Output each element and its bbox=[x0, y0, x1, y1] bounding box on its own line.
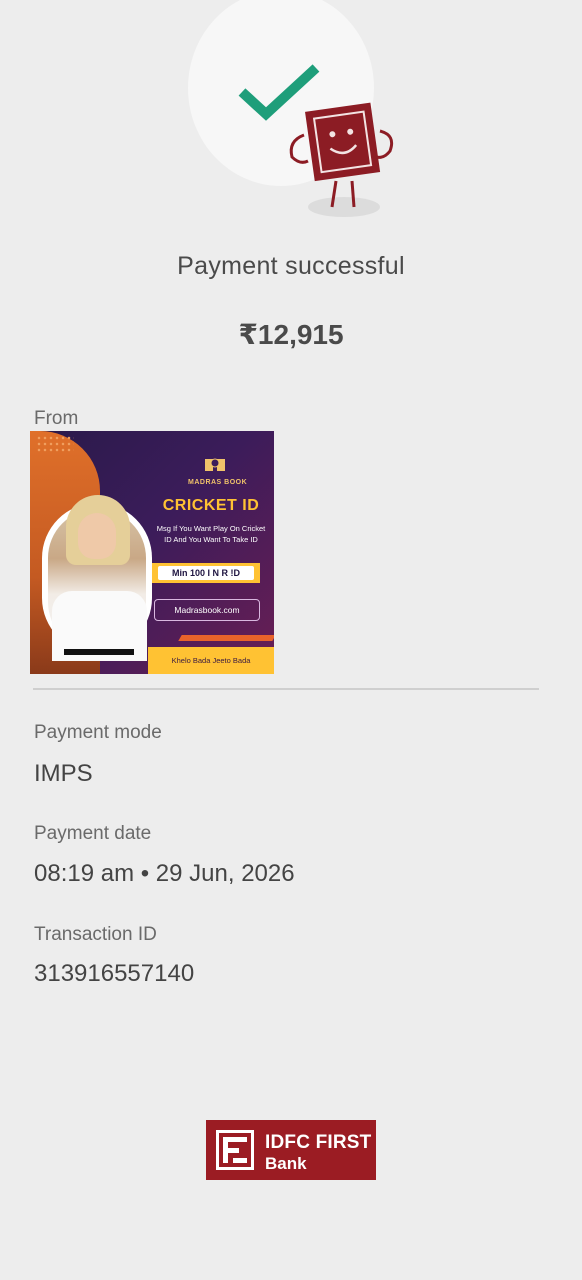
ad-decor-stripe bbox=[178, 635, 274, 641]
bank-logo: IDFC FIRST Bank bbox=[206, 1120, 376, 1180]
mascot-illustration bbox=[289, 102, 394, 217]
ad-website: Madrasbook.com bbox=[154, 599, 260, 621]
payment-amount: ₹12,915 bbox=[238, 319, 344, 350]
payment-mode-label: Payment mode bbox=[34, 722, 162, 743]
ad-headline: CRICKET ID bbox=[162, 497, 260, 514]
idfc-logo-icon bbox=[216, 1130, 254, 1170]
transaction-id-label: Transaction ID bbox=[34, 924, 157, 945]
transaction-id-value[interactable]: 313916557140 bbox=[34, 960, 194, 988]
ad-min-amount: Min 100 I N R !D bbox=[158, 566, 254, 580]
sender-avatar-image[interactable]: MADRAS BOOK CRICKET ID Msg If You Want P… bbox=[30, 431, 274, 674]
payment-date-label: Payment date bbox=[34, 823, 152, 844]
ad-min-amount-badge: Min 100 I N R !D bbox=[152, 563, 260, 583]
ad-brand: MADRAS BOOK bbox=[188, 479, 248, 486]
ad-portrait-face bbox=[78, 513, 116, 559]
ad-logo-icon bbox=[205, 458, 225, 471]
section-divider bbox=[33, 688, 539, 690]
ad-message: Msg If You Want Play On Cricket ID And Y… bbox=[156, 524, 266, 544]
from-label: From bbox=[34, 408, 79, 429]
ad-tagline: Khelo Bada Jeeto Bada bbox=[148, 647, 274, 674]
payment-mode-value: IMPS bbox=[34, 760, 93, 787]
bank-name-line2: Bank bbox=[265, 1154, 307, 1173]
bank-name-line1: IDFC FIRST bbox=[265, 1132, 372, 1153]
ad-decor-dots bbox=[36, 435, 74, 453]
ad-portrait-belt bbox=[64, 649, 134, 655]
success-hero bbox=[0, 0, 582, 230]
payment-date-value: 08:19 am • 29 Jun, 2026 bbox=[34, 860, 295, 887]
payment-status-title: Payment successful bbox=[177, 252, 405, 280]
